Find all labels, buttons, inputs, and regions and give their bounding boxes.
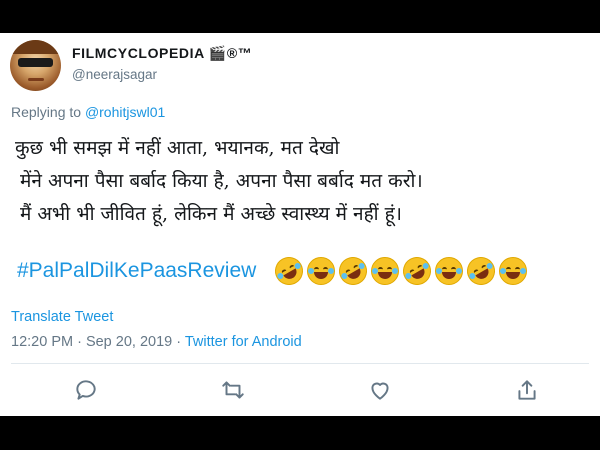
replying-to: Replying to @rohitjswl01 (11, 104, 165, 120)
tweet-card: FILMCYCLOPEDIA 🎬®™ @neerajsagar Replying… (0, 33, 600, 416)
rolling-on-floor-laughing-emoji (333, 251, 373, 291)
tears-of-joy-emoji (435, 257, 463, 285)
like-icon[interactable] (367, 377, 393, 403)
divider (11, 363, 589, 364)
tears-of-joy-emoji (307, 257, 335, 285)
tears-of-joy-emoji (371, 257, 399, 285)
avatar-hair (10, 40, 61, 54)
hashtag-link[interactable]: #PalPalDilKePaasReview (17, 259, 256, 283)
rolling-on-floor-laughing-emoji (269, 251, 309, 291)
source-link[interactable]: Twitter for Android (185, 334, 302, 350)
tweet-text-line-2: मेंने अपना पैसा बर्बाद किया है, अपना पैस… (20, 170, 423, 192)
replying-prefix: Replying to (11, 104, 85, 120)
rolling-on-floor-laughing-emoji (461, 251, 501, 291)
retweet-icon[interactable] (220, 377, 246, 403)
tweet-text-line-3: मैं अभी भी जीवित हूं, लेकिन मैं अच्छे स्… (20, 203, 402, 225)
action-bar (0, 377, 600, 407)
share-icon[interactable] (514, 377, 540, 403)
avatar-glasses (18, 58, 53, 67)
reply-mention-link[interactable]: @rohitjswl01 (85, 104, 165, 120)
timestamp[interactable]: 12:20 PM · Sep 20, 2019 · (11, 334, 185, 350)
display-name[interactable]: FILMCYCLOPEDIA 🎬®™ (72, 45, 252, 62)
rolling-on-floor-laughing-emoji (397, 251, 437, 291)
handle[interactable]: @neerajsagar (72, 67, 157, 82)
tweet-text-line-1: कुछ भी समझ में नहीं आता, भयानक, मत देखो (15, 137, 340, 159)
avatar-mouth (28, 78, 44, 81)
translate-tweet-link[interactable]: Translate Tweet (11, 309, 113, 325)
tears-of-joy-emoji (499, 257, 527, 285)
tweet-meta: 12:20 PM · Sep 20, 2019 · Twitter for An… (11, 334, 302, 350)
emoji-row (269, 251, 527, 291)
avatar[interactable] (10, 40, 61, 91)
reply-icon[interactable] (73, 377, 99, 403)
